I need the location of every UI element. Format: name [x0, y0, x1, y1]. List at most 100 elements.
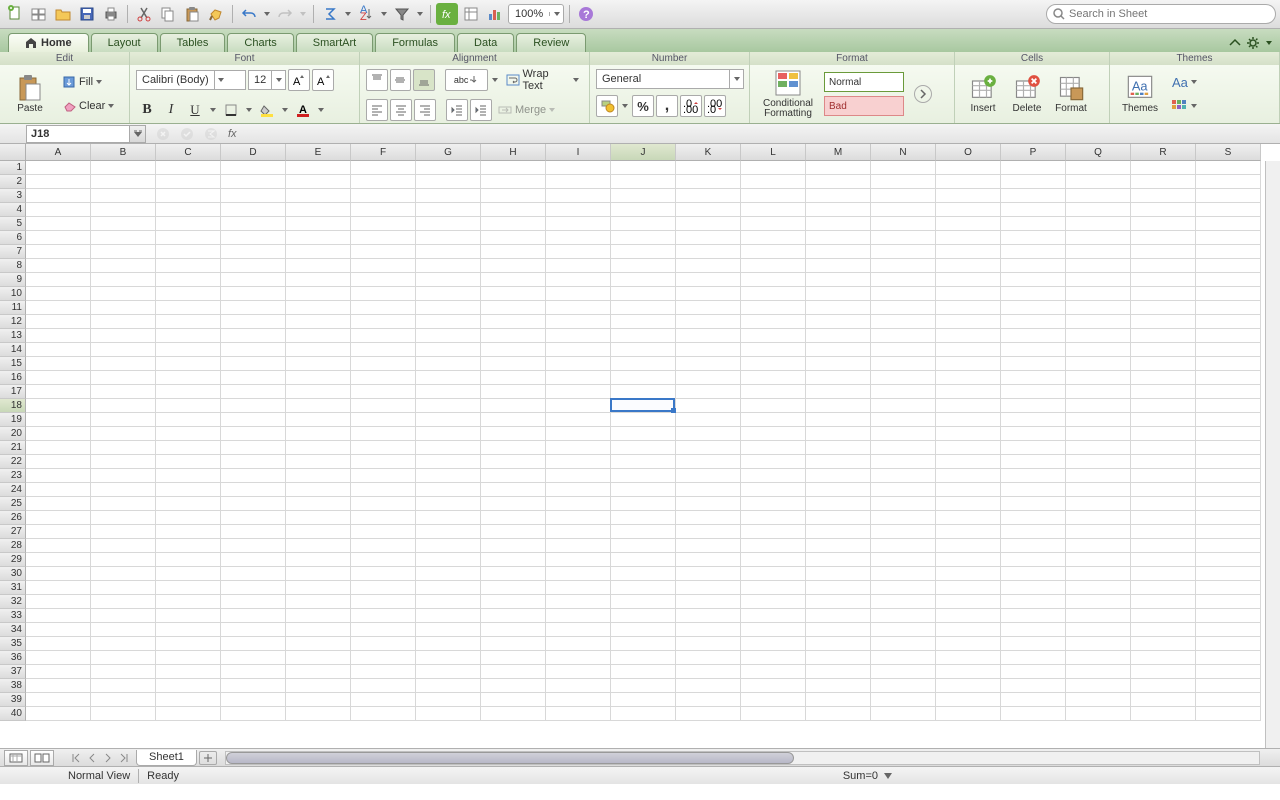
cell[interactable] — [741, 161, 806, 175]
cell[interactable] — [611, 483, 676, 497]
cell[interactable] — [286, 595, 351, 609]
cell[interactable] — [611, 581, 676, 595]
cell[interactable] — [91, 609, 156, 623]
cell[interactable] — [26, 497, 91, 511]
cell[interactable] — [481, 259, 546, 273]
orientation-dropdown[interactable] — [490, 69, 500, 91]
cell[interactable] — [871, 553, 936, 567]
cell[interactable] — [286, 413, 351, 427]
cell[interactable] — [1066, 581, 1131, 595]
collapse-ribbon-icon[interactable] — [1230, 38, 1240, 48]
cell[interactable] — [416, 427, 481, 441]
cell[interactable] — [1001, 161, 1066, 175]
cell[interactable] — [936, 161, 1001, 175]
cell[interactable] — [286, 441, 351, 455]
format-painter-icon[interactable] — [205, 3, 227, 25]
cell[interactable] — [936, 637, 1001, 651]
cell[interactable] — [221, 385, 286, 399]
cell[interactable] — [221, 665, 286, 679]
cell[interactable] — [741, 315, 806, 329]
cell[interactable] — [91, 693, 156, 707]
cell[interactable] — [1131, 483, 1196, 497]
col-header-B[interactable]: B — [91, 144, 156, 161]
col-header-H[interactable]: H — [481, 144, 546, 161]
cell[interactable] — [806, 245, 871, 259]
cell[interactable] — [611, 357, 676, 371]
cell[interactable] — [286, 679, 351, 693]
cell[interactable] — [1001, 399, 1066, 413]
cell[interactable] — [156, 469, 221, 483]
cell[interactable] — [1001, 203, 1066, 217]
sheet-tab[interactable]: Sheet1 — [136, 750, 197, 766]
cell[interactable] — [611, 609, 676, 623]
col-header-L[interactable]: L — [741, 144, 806, 161]
cell[interactable] — [416, 497, 481, 511]
cell[interactable] — [871, 203, 936, 217]
cell[interactable] — [871, 679, 936, 693]
align-bottom-icon[interactable] — [413, 69, 435, 91]
cell[interactable] — [91, 413, 156, 427]
search-box[interactable] — [1046, 4, 1276, 24]
cell[interactable] — [741, 441, 806, 455]
cell[interactable] — [741, 595, 806, 609]
cell[interactable] — [806, 203, 871, 217]
cell[interactable] — [611, 301, 676, 315]
row-header-4[interactable]: 4 — [0, 203, 26, 217]
cell[interactable] — [481, 707, 546, 721]
cell[interactable] — [1196, 217, 1261, 231]
cell[interactable] — [351, 525, 416, 539]
style-normal[interactable]: Normal — [824, 72, 904, 92]
cell[interactable] — [91, 665, 156, 679]
cell[interactable] — [286, 623, 351, 637]
cell[interactable] — [416, 581, 481, 595]
cell[interactable] — [611, 203, 676, 217]
cell[interactable] — [1131, 259, 1196, 273]
cell[interactable] — [871, 595, 936, 609]
currency-dropdown[interactable] — [620, 95, 630, 117]
grow-font-icon[interactable]: A — [288, 69, 310, 91]
cell[interactable] — [1066, 539, 1131, 553]
cell[interactable] — [91, 679, 156, 693]
cell[interactable] — [416, 399, 481, 413]
cell[interactable] — [286, 287, 351, 301]
cell[interactable] — [611, 189, 676, 203]
cell[interactable] — [26, 567, 91, 581]
cell[interactable] — [546, 511, 611, 525]
cell[interactable] — [1066, 315, 1131, 329]
cell[interactable] — [416, 245, 481, 259]
increase-decimal-icon[interactable]: .0.00 — [680, 95, 702, 117]
cell[interactable] — [546, 595, 611, 609]
cell[interactable] — [1001, 455, 1066, 469]
cell[interactable] — [611, 707, 676, 721]
help-icon[interactable]: ? — [575, 3, 597, 25]
cell[interactable] — [871, 245, 936, 259]
cell[interactable] — [871, 483, 936, 497]
cell[interactable] — [91, 357, 156, 371]
cell[interactable] — [611, 469, 676, 483]
cell[interactable] — [676, 189, 741, 203]
cell[interactable] — [1001, 357, 1066, 371]
cell[interactable] — [351, 567, 416, 581]
theme-fonts-button[interactable]: Aa — [1168, 71, 1201, 93]
cell[interactable] — [546, 399, 611, 413]
cell[interactable] — [351, 413, 416, 427]
cell[interactable] — [741, 301, 806, 315]
cell[interactable] — [286, 399, 351, 413]
underline-icon[interactable]: U — [184, 99, 206, 121]
cell[interactable] — [416, 161, 481, 175]
cell[interactable] — [221, 245, 286, 259]
row-header-33[interactable]: 33 — [0, 609, 26, 623]
cell[interactable] — [1131, 203, 1196, 217]
cell[interactable] — [1001, 665, 1066, 679]
cell[interactable] — [26, 595, 91, 609]
cell[interactable] — [1131, 553, 1196, 567]
cell[interactable] — [221, 497, 286, 511]
tab-formulas[interactable]: Formulas — [375, 33, 455, 52]
cell[interactable] — [741, 189, 806, 203]
cell[interactable] — [351, 623, 416, 637]
cell[interactable] — [741, 287, 806, 301]
cell[interactable] — [221, 343, 286, 357]
cell[interactable] — [91, 231, 156, 245]
cell[interactable] — [676, 651, 741, 665]
cell[interactable] — [221, 371, 286, 385]
